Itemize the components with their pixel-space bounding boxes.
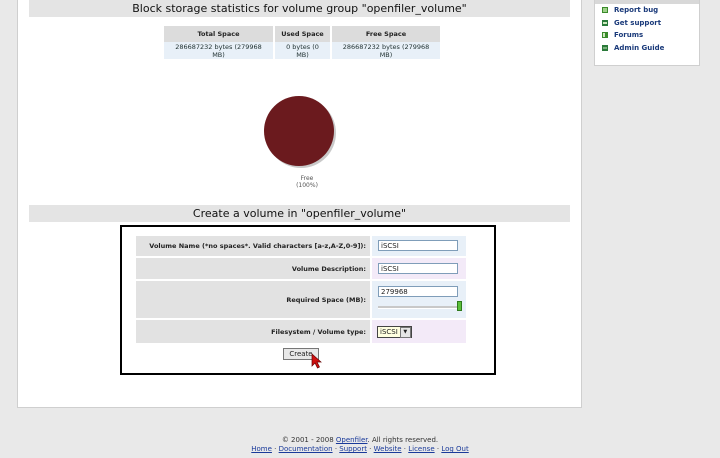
copyright-prefix: © 2001 - 2008	[281, 436, 334, 444]
table-header-row: Total Space Used Space Free Space	[164, 26, 440, 42]
required-space-input[interactable]: 279968	[378, 286, 458, 297]
footer-link-documentation[interactable]: Documentation	[279, 445, 333, 453]
footer-separator: ·	[271, 445, 279, 453]
form-row-volume-description: Volume Description: iSCSI	[136, 258, 466, 279]
sidebar-item-get-support[interactable]: Get support	[595, 17, 699, 30]
support-icon	[601, 19, 609, 27]
footer-links: Home · Documentation · Support · Website…	[0, 445, 720, 453]
column-header-used-space: Used Space	[275, 26, 330, 42]
total-space-value: 286687232 bytes (279968 MB)	[164, 42, 273, 59]
sidebar-item-label[interactable]: Get support	[614, 19, 661, 27]
bug-report-icon	[601, 6, 609, 14]
pie-slice-free	[264, 96, 334, 166]
sidebar-item-label[interactable]: Report bug	[614, 6, 658, 14]
form-row-filesystem-type: Filesystem / Volume type: iSCSI ▼	[136, 320, 466, 343]
footer-link-log-out[interactable]: Log Out	[441, 445, 468, 453]
footer-link-license[interactable]: License	[408, 445, 434, 453]
forums-icon	[601, 31, 609, 39]
form-row-required-space: Required Space (MB): 279968	[136, 281, 466, 318]
filesystem-type-label: Filesystem / Volume type:	[136, 320, 370, 343]
free-space-value: 286687232 bytes (279968 MB)	[332, 42, 440, 59]
used-space-value: 0 bytes (0 MB)	[275, 42, 330, 59]
column-header-total-space: Total Space	[164, 26, 273, 42]
footer-separator: ·	[366, 445, 374, 453]
volume-description-cell: iSCSI	[372, 258, 466, 279]
table-row: 286687232 bytes (279968 MB) 0 bytes (0 M…	[164, 42, 440, 59]
sidebar-item-admin-guide[interactable]: Admin Guide	[595, 42, 699, 55]
volume-description-label: Volume Description:	[136, 258, 370, 279]
pie-slice-name: Free	[300, 175, 314, 182]
volume-name-cell: iSCSI	[372, 236, 466, 256]
footer-link-website[interactable]: Website	[374, 445, 402, 453]
support-resources-panel: Report bug Get support Forums Admin Guid…	[594, 0, 700, 66]
sidebar-item-label[interactable]: Admin Guide	[614, 44, 664, 52]
stats-section-title: Block storage statistics for volume grou…	[29, 0, 570, 17]
pie-chart-svg	[264, 96, 336, 168]
storage-stats-table: Total Space Used Space Free Space 286687…	[162, 26, 442, 59]
volume-name-label: Volume Name (*no spaces*. Valid characte…	[136, 236, 370, 256]
openfiler-link[interactable]: Openfiler	[336, 436, 368, 444]
footer-copyright: © 2001 - 2008 Openfiler. All rights rese…	[0, 436, 720, 444]
sidebar-item-forums[interactable]: Forums	[595, 29, 699, 42]
footer-link-support[interactable]: Support	[339, 445, 367, 453]
filesystem-type-cell: iSCSI ▼	[372, 320, 466, 343]
required-space-slider-thumb[interactable]	[457, 301, 462, 311]
form-row-volume-name: Volume Name (*no spaces*. Valid characte…	[136, 236, 466, 256]
pie-slice-percent: (100%)	[296, 182, 318, 189]
admin-guide-icon	[601, 44, 609, 52]
filesystem-type-selected-value: iSCSI	[380, 328, 398, 336]
create-section-title: Create a volume in "openfiler_volume"	[29, 205, 570, 222]
sidebar-item-label[interactable]: Forums	[614, 31, 643, 39]
volume-name-input[interactable]: iSCSI	[378, 240, 458, 251]
filesystem-type-select[interactable]: iSCSI ▼	[377, 326, 412, 338]
required-space-label: Required Space (MB):	[136, 281, 370, 318]
volume-description-input[interactable]: iSCSI	[378, 263, 458, 274]
mouse-cursor-icon	[311, 353, 323, 373]
space-usage-pie-chart	[262, 94, 338, 170]
sidebar-item-report-bug[interactable]: Report bug	[595, 4, 699, 17]
footer-link-home[interactable]: Home	[251, 445, 272, 453]
copyright-suffix: . All rights reserved.	[367, 436, 439, 444]
required-space-slider-track[interactable]	[378, 306, 462, 309]
chevron-down-icon[interactable]: ▼	[399, 326, 411, 338]
required-space-cell: 279968	[372, 281, 466, 318]
pie-slice-label: Free (100%)	[285, 175, 329, 189]
column-header-free-space: Free Space	[332, 26, 440, 42]
